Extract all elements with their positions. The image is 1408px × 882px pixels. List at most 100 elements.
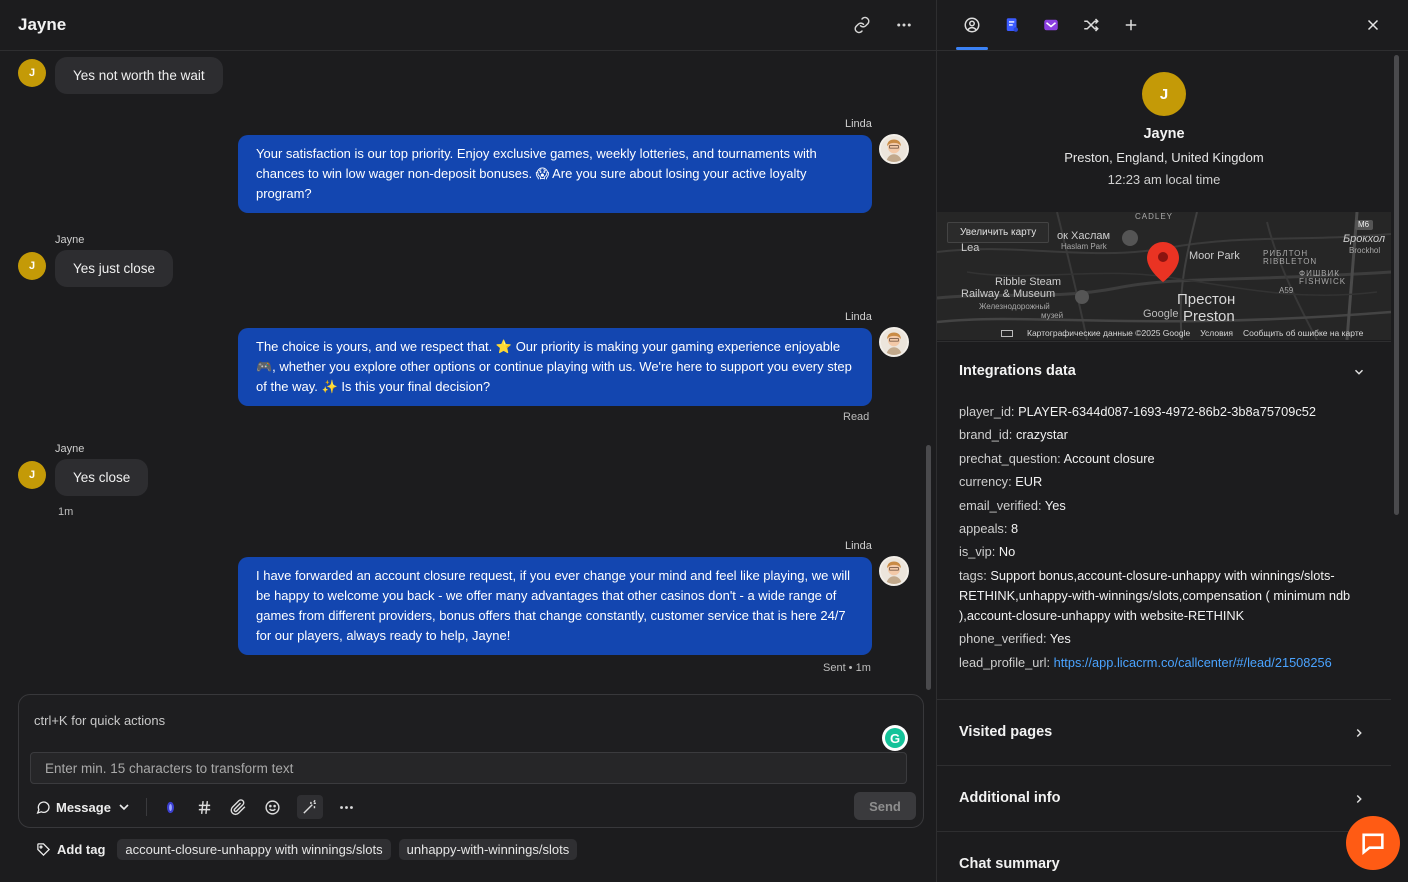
map-label: ок Хаслам <box>1057 230 1111 242</box>
map-label: Брокхол <box>1343 233 1386 245</box>
tab-integration[interactable] <box>1040 14 1062 36</box>
map-label: Moor Park <box>1189 250 1240 262</box>
help-chat-button[interactable] <box>1346 816 1400 870</box>
map-terms-link[interactable]: Условия <box>1200 328 1233 338</box>
active-tab-indicator <box>956 47 988 50</box>
visited-pages-title[interactable]: Visited pages <box>959 724 1052 740</box>
chat-bubble-icon <box>36 801 50 815</box>
integration-key: currency: <box>959 474 1012 490</box>
transform-text-input[interactable] <box>30 752 907 784</box>
message-time: 1m <box>58 506 74 518</box>
agent-message: Your satisfaction is our top priority. E… <box>238 135 872 213</box>
map-label: Ribble Steam <box>995 276 1062 288</box>
message-composer[interactable]: ctrl+K for quick actions G Message <box>18 694 924 828</box>
integration-key: prechat_question: <box>959 450 1061 466</box>
tab-notes[interactable] <box>1001 14 1023 36</box>
send-button[interactable]: Send <box>854 792 916 820</box>
magic-wand-icon[interactable] <box>296 795 323 819</box>
message-type-dropdown[interactable]: Message <box>35 799 132 815</box>
chat-summary-title[interactable]: Chat summary <box>959 856 1060 872</box>
message-list: J Yes not worth the wait Linda Your sati… <box>0 51 936 691</box>
tag-chip[interactable]: account-closure-unhappy with winnings/sl… <box>117 839 391 860</box>
integration-value: Account closure <box>1063 450 1155 466</box>
integration-key: lead_profile_url: <box>959 654 1051 670</box>
integration-row: phone_verified: Yes <box>959 629 1371 649</box>
details-panel: J Jayne Preston, England, United Kingdom… <box>936 0 1408 882</box>
add-tag-button[interactable]: Add tag <box>36 842 105 857</box>
section-divider <box>937 699 1391 700</box>
integration-row: player_id: PLAYER-6344d087-1693-4972-86b… <box>959 402 1371 422</box>
document-icon <box>1006 18 1018 32</box>
customer-avatar: J <box>18 252 46 280</box>
toolbar-divider <box>145 798 147 816</box>
customer-message: Yes close <box>55 459 149 496</box>
map-label: M6 <box>1358 220 1370 229</box>
shuffle-icon <box>1084 18 1099 32</box>
panel-scrollbar[interactable] <box>1394 55 1399 515</box>
add-tab-button[interactable] <box>1120 14 1142 36</box>
integration-row: email_verified: Yes <box>959 496 1371 516</box>
integration-value: No <box>998 544 1016 560</box>
lead-profile-link[interactable]: https://app.licacrm.co/callcenter/#/lead… <box>1054 655 1332 670</box>
location-map[interactable]: Увеличить карту CADLEY ок Хаслам Haslam … <box>937 212 1391 340</box>
more-options-icon[interactable] <box>894 15 914 35</box>
chevron-down-icon[interactable] <box>1349 362 1369 382</box>
enlarge-map-button[interactable]: Увеличить карту <box>947 222 1050 243</box>
integration-value: EUR <box>1015 474 1043 490</box>
attachment-icon[interactable] <box>229 797 249 817</box>
tag-chip[interactable]: unhappy-with-winnings/slots <box>398 839 578 860</box>
chat-title: Jayne <box>18 15 67 34</box>
integrations-list: player_id: PLAYER-6344d087-1693-4972-86b… <box>959 402 1371 676</box>
map-report-link[interactable]: Сообщить об ошибке на карте <box>1243 328 1363 338</box>
integration-key: phone_verified: <box>959 631 1047 647</box>
chat-scrollbar[interactable] <box>926 445 931 690</box>
map-attribution: Картографические данные ©2025 Google <box>1027 328 1191 338</box>
tag-icon <box>37 843 51 857</box>
chevron-right-icon[interactable] <box>1349 723 1369 743</box>
hashtag-icon[interactable] <box>195 797 215 817</box>
message-type-label: Message <box>56 799 111 815</box>
map-label: CADLEY <box>1135 212 1174 221</box>
agent-name: Linda <box>845 118 872 130</box>
integrations-title[interactable]: Integrations data <box>959 363 1076 379</box>
chat-icon <box>1362 833 1384 856</box>
section-divider <box>937 765 1391 766</box>
map-label: Престон <box>1177 291 1236 308</box>
composer-toolbar: Message <box>35 795 357 819</box>
map-label: Preston <box>1183 308 1235 325</box>
tab-customer-profile[interactable] <box>961 14 983 36</box>
integration-row: brand_id: crazystar <box>959 425 1371 445</box>
read-status: Read <box>843 411 870 423</box>
additional-info-title[interactable]: Additional info <box>959 790 1060 806</box>
map-label: Brockhol <box>1349 246 1381 255</box>
tab-shuffle[interactable] <box>1080 14 1102 36</box>
keyboard-icon[interactable] <box>1001 329 1013 337</box>
emoji-icon[interactable] <box>263 797 283 817</box>
ai-assistant-icon[interactable] <box>161 797 181 817</box>
plus-icon <box>1125 19 1137 31</box>
customer-message: Yes not worth the wait <box>55 57 223 94</box>
agent-avatar <box>879 327 909 357</box>
more-tools-icon[interactable] <box>337 797 357 817</box>
agent-avatar <box>879 556 909 586</box>
map-label: Lea <box>961 242 980 254</box>
grammarly-icon[interactable]: G <box>882 725 908 751</box>
user-circle-icon <box>964 17 980 33</box>
integration-row: lead_profile_url: https://app.licacrm.co… <box>959 653 1371 673</box>
section-divider <box>937 831 1391 832</box>
composer-placeholder[interactable]: ctrl+K for quick actions <box>34 713 165 728</box>
integration-value: Yes <box>1044 497 1066 513</box>
tags-row: Add tag account-closure-unhappy with win… <box>36 839 578 860</box>
sent-status: Sent • 1m <box>823 662 871 674</box>
link-icon[interactable] <box>852 15 872 35</box>
integration-key: tags: <box>959 567 987 583</box>
map-label: Railway & Museum <box>961 288 1056 300</box>
map-label: Haslam Park <box>1061 242 1107 251</box>
integration-value: crazystar <box>1015 427 1068 443</box>
customer-name: Jayne <box>55 234 85 246</box>
chevron-right-icon[interactable] <box>1349 789 1369 809</box>
close-panel-button[interactable] <box>1362 14 1384 36</box>
map-label: РИБЛТОН RIBBLETON <box>1263 249 1318 266</box>
integration-row: currency: EUR <box>959 472 1371 492</box>
agent-message: I have forwarded an account closure requ… <box>238 557 872 655</box>
